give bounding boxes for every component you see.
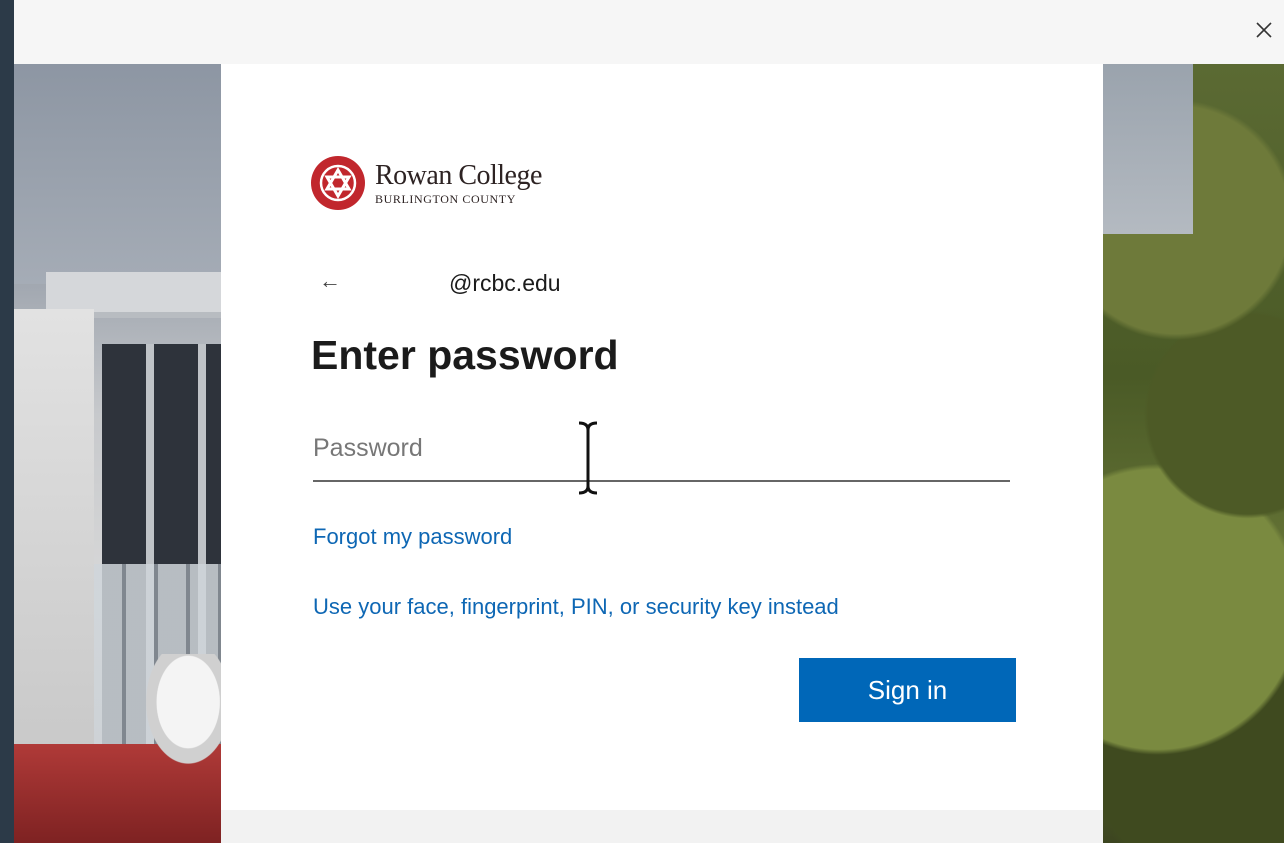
college-name: Rowan College: [375, 159, 542, 191]
password-input[interactable]: [313, 420, 1010, 476]
panel-footer: [221, 810, 1103, 843]
college-subtitle: BURLINGTON COUNTY: [375, 191, 516, 206]
forgot-password-link[interactable]: Forgot my password: [313, 524, 512, 550]
page-title: Enter password: [311, 332, 619, 378]
title-bar: [14, 0, 1284, 64]
college-seal-icon: [311, 156, 365, 210]
signin-panel: Rowan College BURLINGTON COUNTY ← @rcbc.…: [221, 64, 1103, 810]
account-email: @rcbc.edu: [449, 270, 561, 296]
college-logo: Rowan College BURLINGTON COUNTY: [311, 156, 542, 210]
signin-dialog: Rowan College BURLINGTON COUNTY ← @rcbc.…: [14, 0, 1284, 843]
arrow-left-icon: ←: [319, 268, 341, 293]
back-button[interactable]: ←: [319, 268, 349, 294]
signin-button[interactable]: Sign in: [799, 658, 1016, 722]
close-icon: [1256, 22, 1272, 38]
background-trees-image: [1103, 64, 1284, 843]
background-campus-image: [14, 64, 221, 843]
text-cursor-icon: [578, 421, 598, 495]
close-button[interactable]: [1248, 14, 1280, 46]
password-field[interactable]: [313, 420, 1010, 482]
alternate-signin-link[interactable]: Use your face, fingerprint, PIN, or secu…: [313, 594, 839, 620]
